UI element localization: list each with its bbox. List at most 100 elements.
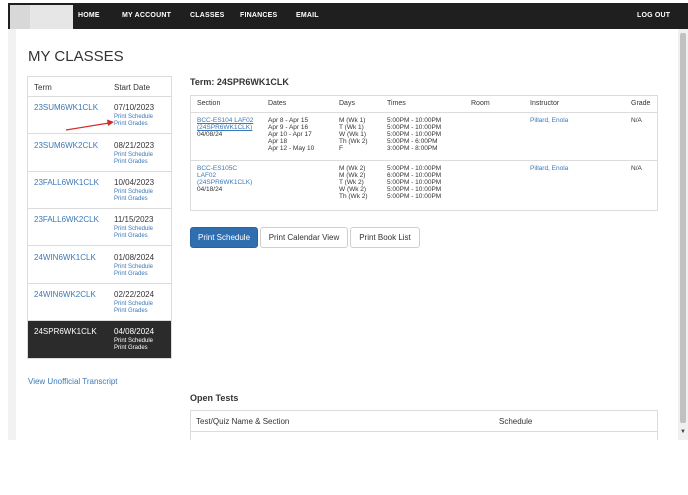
term-start-date: 07/10/2023 [114,103,155,112]
instructor-link[interactable]: Pillard, Enola [530,165,568,172]
print-grades-link[interactable]: Print Grades [114,345,148,352]
times-line: 5:00PM - 10:00PM [387,131,442,138]
print-schedule-link[interactable]: Print Schedule [114,301,153,308]
schedule-column-header: Schedule [499,417,533,426]
nav-my-account[interactable]: MY ACCOUNT [122,12,171,19]
dates-cell: Apr 8 - Apr 15 Apr 9 - Apr 16 Apr 10 - Apr… [268,117,314,152]
scroll-down-arrow-icon[interactable]: ▼ [680,429,686,435]
days-line: M (Wk 2) [339,172,366,179]
test-name-column-header: Test/Quiz Name & Section [196,417,290,426]
print-book-list-button[interactable]: Print Book List [350,227,420,248]
print-schedule-button[interactable]: Print Schedule [190,227,258,248]
section-cell: BCC-ES104 LAF02 (24SPR6WK1CLK) 04/08/24 [197,117,253,138]
days-line: Th (Wk 2) [339,193,368,200]
days-line: F [339,145,343,152]
times-line: 3:00PM - 8:00PM [387,145,438,152]
view-transcript-link[interactable]: View Unofficial Transcript [28,377,118,386]
section-cell: BCC-ES105C LAF02 (24SPR6WK1CLK) 04/18/24 [197,165,252,193]
times-line: 5:00PM - 10:00PM [387,124,442,131]
nav-finances[interactable]: FINANCES [240,12,277,19]
term-start-date: 04/08/2024 [114,327,155,336]
term-start-date: 08/21/2023 [114,141,155,150]
section-link[interactable]: BCC-ES105C [197,165,252,172]
days-line: W (Wk 1) [339,131,367,138]
print-grades-link[interactable]: Print Grades [114,271,148,278]
term-code-link[interactable]: 24WIN6WK2CLK [34,290,96,299]
nav-email[interactable]: EMAIL [296,12,319,19]
grade-cell: N/A [631,165,642,172]
dates-column-header: Dates [268,100,287,107]
nav-classes[interactable]: CLASSES [190,12,224,19]
dates-line: Apr 18 [268,138,288,145]
term-code-link[interactable]: 24SPR6WK1CLK [34,327,97,336]
scrollbar-thumb[interactable] [680,33,686,423]
schedule-table: Section Dates Days Times Room Instructor… [190,95,658,211]
times-line: 5:00PM - 10:00PM [387,186,442,193]
print-calendar-view-button[interactable]: Print Calendar View [260,227,348,248]
nav-logout[interactable]: LOG OUT [637,12,670,19]
days-line: Th (Wk 2) [339,138,368,145]
section-start-date: 04/08/24 [197,131,223,138]
days-column-header: Days [339,100,355,107]
term-row: 24WIN6WK2CLK 02/22/2024 Print Schedule Prin… [28,284,171,321]
dates-line: Apr 8 - Apr 15 [268,117,309,124]
instructor-link[interactable]: Pillard, Enola [530,117,568,124]
content-panel: MY CLASSES Term Start Date 23SUM6WK1CLK 0… [16,29,678,440]
section-link[interactable]: LAF02 [197,172,252,179]
days-cell: M (Wk 2) M (Wk 2) T (Wk 2) W (Wk 2) Th (Wk 2… [339,165,368,200]
print-schedule-link[interactable]: Print Schedule [114,189,153,196]
section-column-header: Section [197,100,221,107]
section-link[interactable]: (24SPR6WK1CLK) [197,124,253,131]
term-code-link[interactable]: 23SUM6WK2CLK [34,141,98,150]
term-code-link[interactable]: 23SUM6WK1CLK [34,103,98,112]
section-link[interactable]: (24SPR6WK1CLK) [197,179,252,186]
browser-page: HOME MY ACCOUNT CLASSES FINANCES EMAIL L… [8,3,688,440]
times-column-header: Times [387,100,406,107]
term-code-link[interactable]: 23FALL6WK2CLK [34,215,99,224]
print-grades-link[interactable]: Print Grades [114,233,148,240]
site-logo[interactable] [10,5,73,29]
section-start-date: 04/18/24 [197,186,223,193]
days-line: M (Wk 1) [339,117,366,124]
schedule-table-header: Section Dates Days Times Room Instructor… [191,96,657,113]
term-column-header: Term [34,83,52,92]
section-link[interactable]: BCC-ES104 LAF02 [197,117,253,124]
print-schedule-link[interactable]: Print Schedule [114,152,153,159]
times-line: 5:00PM - 6:00PM [387,138,438,145]
open-tests-table: Test/Quiz Name & Section Schedule [190,410,658,440]
open-tests-header: Test/Quiz Name & Section Schedule [191,411,657,432]
top-navigation: HOME MY ACCOUNT CLASSES FINANCES EMAIL L… [8,3,688,29]
grade-column-header: Grade [631,100,651,107]
days-cell: M (Wk 1) T (Wk 1) W (Wk 1) Th (Wk 2) F [339,117,368,152]
page-title: MY CLASSES [28,48,124,65]
term-row: 23FALL6WK2CLK 11/15/2023 Print Schedule Pri… [28,209,171,246]
nav-home[interactable]: HOME [78,12,100,19]
times-line: 6:00PM - 10:00PM [387,172,442,179]
print-grades-link[interactable]: Print Grades [114,196,148,203]
print-schedule-link[interactable]: Print Schedule [114,264,153,271]
times-line: 5:00PM - 10:00PM [387,117,442,124]
term-row: 24WIN6WK1CLK 01/08/2024 Print Schedule Prin… [28,247,171,284]
term-table: Term Start Date 23SUM6WK1CLK 07/10/2023 Pr… [27,76,172,359]
term-row: 24SPR6WK1CLK 04/08/2024 Print Schedule Prin… [28,321,171,358]
term-start-date: 02/22/2024 [114,290,155,299]
room-column-header: Room [471,100,490,107]
term-heading: Term: 24SPR6WK1CLK [190,77,289,87]
print-grades-link[interactable]: Print Grades [114,308,148,315]
term-code-link[interactable]: 23FALL6WK1CLK [34,178,99,187]
print-schedule-link[interactable]: Print Schedule [114,226,153,233]
instructor-column-header: Instructor [530,100,560,107]
dates-line: Apr 10 - Apr 17 [268,131,312,138]
start-date-column-header: Start Date [114,83,151,92]
term-code-link[interactable]: 24WIN6WK1CLK [34,253,96,262]
term-row: 23SUM6WK2CLK 08/21/2023 Print Schedule Prin… [28,135,171,172]
term-start-date: 11/15/2023 [114,215,154,224]
open-tests-heading: Open Tests [190,393,239,403]
print-schedule-link[interactable]: Print Schedule [114,338,153,345]
print-grades-link[interactable]: Print Grades [114,121,148,128]
days-line: M (Wk 2) [339,165,366,172]
schedule-row: BCC-ES105C LAF02 (24SPR6WK1CLK) 04/18/24 M (… [191,161,657,210]
print-grades-link[interactable]: Print Grades [114,159,148,166]
print-schedule-link[interactable]: Print Schedule [114,114,153,121]
term-start-date: 10/04/2023 [114,178,155,187]
